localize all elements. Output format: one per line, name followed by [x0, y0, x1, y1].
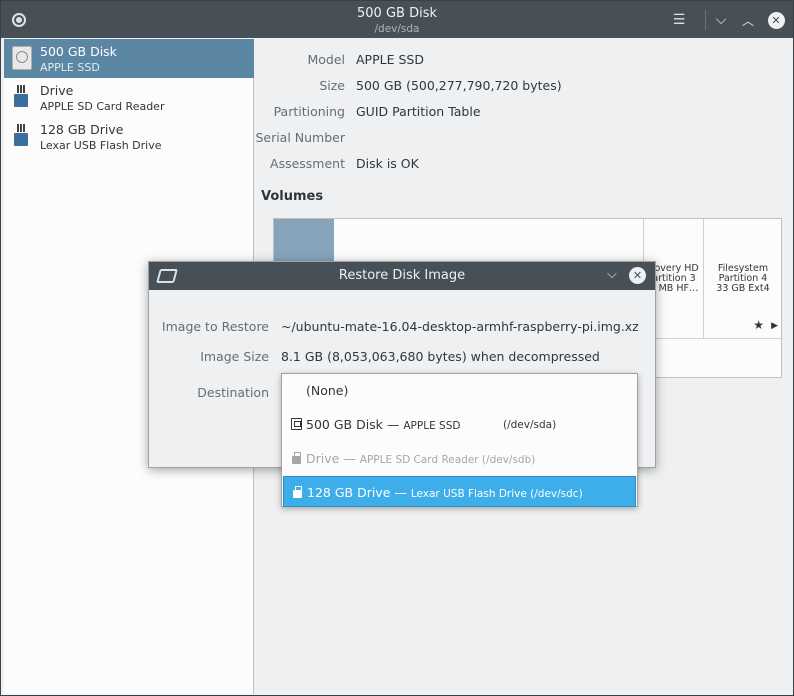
destination-option-128gb-drive[interactable]: 128 GB Drive — Lexar USB Flash Drive (/d…	[283, 476, 636, 507]
destination-option-sd-drive: Drive — APPLE SD Card Reader (/dev/sdb)	[283, 443, 636, 474]
hamburger-menu-icon[interactable]: ☰	[669, 10, 689, 30]
partitioning-value: GUID Partition Table	[356, 104, 481, 119]
serial-number-label: Serial Number	[255, 130, 345, 145]
minimize-chevron-icon[interactable]: ⌵	[711, 10, 731, 30]
option-description: Lexar USB Flash Drive (/dev/sdc)	[410, 488, 583, 500]
image-size-value: 8.1 GB (8,053,063,680 bytes) when decomp…	[281, 349, 600, 364]
partition-usage-fill	[274, 219, 334, 264]
option-label: (None)	[306, 383, 349, 398]
device-name: 128 GB Drive	[40, 122, 124, 137]
destination-option-none[interactable]: (None)	[283, 375, 636, 406]
device-item-128gb-drive[interactable]: 128 GB Drive Lexar USB Flash Drive	[4, 117, 254, 156]
device-name: Drive	[40, 83, 74, 98]
dialog-title: Restore Disk Image	[338, 268, 466, 283]
device-item-sd-drive[interactable]: Drive APPLE SD Card Reader	[4, 78, 254, 117]
titlebar-separator	[705, 10, 706, 30]
image-to-restore-value[interactable]: ~/ubuntu-mate-16.04-desktop-armhf-raspbe…	[281, 319, 639, 334]
usb-drive-icon	[12, 124, 32, 148]
image-to-restore-label: Image to Restore	[161, 319, 269, 334]
device-name: 500 GB Disk	[40, 44, 117, 59]
hard-disk-icon	[12, 46, 32, 70]
partitioning-label: Partitioning	[273, 104, 345, 119]
device-description: APPLE SSD	[40, 61, 100, 74]
image-size-label: Image Size	[200, 349, 269, 364]
device-description: Lexar USB Flash Drive	[40, 139, 162, 152]
device-item-500gb-disk[interactable]: 500 GB Disk APPLE SSD	[4, 39, 254, 78]
option-description: APPLE SD Card Reader (/dev/sdb)	[359, 454, 536, 466]
option-label: 500 GB Disk —	[306, 417, 404, 432]
option-label: Drive —	[306, 451, 360, 466]
size-label: Size	[319, 78, 345, 93]
assessment-value: Disk is OK	[356, 156, 419, 171]
dialog-titlebar[interactable]: Restore Disk Image ⌵ ✕	[149, 262, 655, 290]
device-description: APPLE SD Card Reader	[40, 100, 165, 113]
usb-drive-icon	[291, 452, 302, 464]
maximize-chevron-icon[interactable]: ︿	[738, 10, 758, 30]
destination-dropdown[interactable]: (None) 500 GB Disk — APPLE SSD (/dev/sda…	[281, 373, 638, 507]
destination-option-500gb-disk[interactable]: 500 GB Disk — APPLE SSD (/dev/sda)	[283, 409, 636, 440]
volumes-heading: Volumes	[261, 189, 324, 204]
hard-disk-icon	[291, 418, 302, 430]
destination-label: Destination	[197, 385, 269, 400]
star-icon: ★	[753, 318, 764, 332]
option-description: APPLE SSD	[403, 420, 461, 432]
dialog-close-button[interactable]: ✕	[629, 267, 646, 284]
play-icon: ▶	[771, 321, 778, 331]
partition-size: 33 GB Ext4	[716, 283, 770, 294]
volume-partition-4[interactable]: Filesystem Partition 4 33 GB Ext4 ★ ▶	[704, 219, 782, 338]
close-icon: ✕	[767, 11, 785, 29]
usb-drive-icon	[12, 85, 32, 109]
dialog-minimize-chevron-icon[interactable]: ⌵	[607, 267, 617, 282]
option-device-path: (/dev/sda)	[503, 419, 557, 431]
size-value: 500 GB (500,277,790,720 bytes)	[356, 78, 562, 93]
window-titlebar[interactable]: 500 GB Disk /dev/sda ☰ ⌵ ︿ ✕	[1, 1, 793, 38]
close-icon: ✕	[629, 267, 646, 284]
model-label: Model	[307, 52, 345, 67]
model-value: APPLE SSD	[356, 52, 424, 67]
window-close-button[interactable]: ✕	[766, 10, 786, 30]
assessment-label: Assessment	[270, 156, 345, 171]
option-label: 128 GB Drive —	[307, 485, 411, 500]
usb-drive-icon	[292, 486, 303, 498]
